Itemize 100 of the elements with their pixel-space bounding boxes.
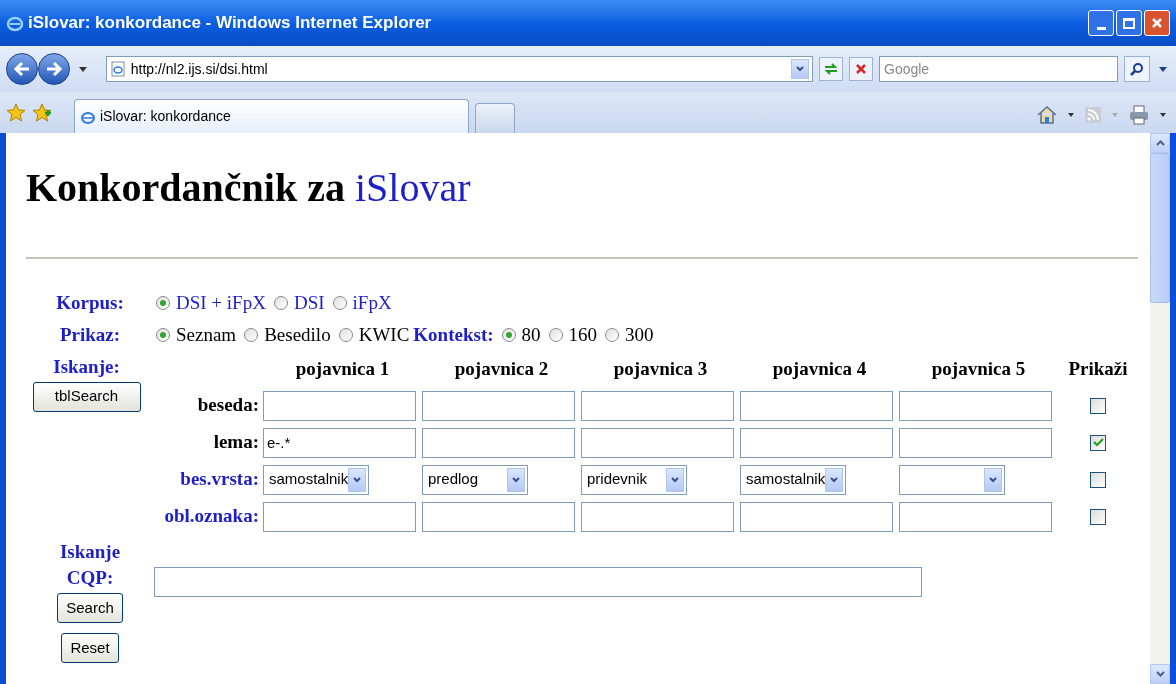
form-button[interactable]: tblSearch — [32, 381, 141, 412]
row-label: beseda: — [196, 393, 260, 418]
caret-icon — [670, 474, 680, 485]
field-label: Iskanje CQP: — [58, 540, 122, 590]
caret-icon[interactable] — [1160, 113, 1166, 117]
up-caret-icon — [1155, 140, 1165, 146]
text-field[interactable] — [581, 390, 734, 421]
caret-icon — [352, 474, 363, 485]
down-caret-icon — [1155, 671, 1165, 677]
caret-icon — [829, 474, 840, 485]
text-field[interactable] — [422, 427, 575, 458]
radio-button[interactable] — [273, 296, 288, 310]
caret-icon[interactable] — [1068, 113, 1074, 117]
stop-button[interactable] — [849, 57, 873, 81]
radio-button[interactable] — [338, 328, 353, 342]
radio-label: DSI + iFpX — [176, 290, 266, 315]
row-label: lema: — [212, 430, 260, 455]
caret-icon — [988, 474, 998, 485]
favorites-star-icon[interactable] — [6, 103, 26, 123]
caret-icon[interactable] — [1156, 66, 1170, 72]
form-button[interactable]: Reset — [61, 633, 119, 663]
caret-icon — [795, 64, 806, 74]
back-button[interactable] — [6, 53, 38, 85]
search-field[interactable]: Google — [879, 56, 1119, 82]
text-field[interactable] — [263, 501, 416, 532]
radio-button[interactable] — [156, 296, 170, 310]
text-field[interactable] — [581, 501, 734, 532]
field-label: Korpus: — [55, 290, 125, 315]
text-field[interactable] — [899, 390, 1052, 421]
caret-icon — [511, 474, 521, 485]
right-arrow-icon — [44, 61, 63, 77]
home-icon[interactable] — [1036, 105, 1058, 125]
dropdown[interactable]: predlog — [422, 464, 528, 495]
heading-link[interactable]: iSlovar — [354, 165, 471, 210]
text-field[interactable]: e-.* — [263, 427, 416, 458]
left-arrow-icon — [12, 61, 31, 77]
text-field[interactable] — [263, 390, 416, 421]
column-header: pojavnica 5 — [930, 356, 1027, 381]
radio-button[interactable] — [244, 328, 259, 342]
radio-label: 80 — [521, 322, 541, 347]
row-label[interactable]: bes.vrsta: — [147, 465, 263, 494]
radio-button[interactable] — [548, 328, 563, 342]
maximize-button[interactable] — [1116, 10, 1142, 36]
radio-label: Besedilo — [264, 322, 331, 347]
column-header: pojavnica 4 — [771, 356, 868, 381]
text-field[interactable] — [422, 501, 575, 532]
field-label: Kontekst: — [413, 322, 494, 347]
radio-button[interactable] — [501, 328, 516, 342]
page-heading: Konkordančnik za iSlovar — [26, 164, 472, 212]
row-label[interactable]: obl.oznaka: — [147, 502, 263, 531]
form-button[interactable]: Search — [57, 593, 123, 623]
text-field[interactable] — [740, 390, 893, 421]
page-icon — [109, 61, 126, 77]
search-icon — [1130, 62, 1145, 76]
column-header: pojavnica 2 — [453, 356, 550, 381]
text-field[interactable] — [899, 427, 1052, 458]
text-field[interactable] — [581, 427, 734, 458]
text-field[interactable] — [899, 501, 1052, 532]
text-field[interactable] — [422, 390, 575, 421]
add-favorite-icon[interactable] — [32, 103, 52, 123]
close-button[interactable] — [1144, 10, 1170, 36]
new-tab-button[interactable] — [475, 103, 515, 133]
window-title: iSlovar: konkordance - Windows Internet Explorer — [28, 12, 432, 35]
dropdown[interactable]: samostalnik — [740, 464, 846, 495]
column-header: pojavnica 3 — [612, 356, 709, 381]
radio-label: Seznam — [176, 322, 237, 347]
refresh-button[interactable] — [819, 57, 844, 81]
close-icon — [855, 63, 868, 75]
checkbox[interactable] — [1090, 434, 1106, 451]
browser-tab[interactable]: iSlovar: konkordance — [74, 99, 469, 133]
minimize-button[interactable] — [1088, 10, 1114, 36]
radio-label: 300 — [625, 322, 654, 347]
address-field[interactable]: http://nl2.ijs.si/dsi.html — [105, 56, 814, 82]
cqp-query-field[interactable] — [154, 567, 922, 597]
text-field[interactable] — [740, 501, 893, 532]
dropdown[interactable]: pridevnik — [581, 464, 687, 495]
dropdown[interactable] — [899, 464, 1005, 495]
dropdown[interactable]: samostalnik — [263, 464, 369, 495]
close-icon — [1151, 17, 1163, 29]
forward-button[interactable] — [37, 53, 70, 85]
checkbox[interactable] — [1090, 471, 1106, 488]
refresh-icon — [823, 63, 840, 75]
text-field[interactable] — [740, 427, 893, 458]
radio-button[interactable] — [605, 328, 620, 342]
radio-button[interactable] — [332, 296, 347, 310]
scrollbar[interactable] — [1150, 133, 1170, 684]
browser-icon — [6, 14, 24, 32]
feed-icon[interactable] — [1084, 106, 1102, 124]
radio-button[interactable] — [156, 328, 170, 342]
search-button[interactable] — [1124, 56, 1151, 82]
field-label: Prikaz: — [58, 322, 122, 347]
column-header: Prikaži — [1067, 356, 1129, 381]
checkbox[interactable] — [1090, 508, 1106, 525]
printer-icon[interactable] — [1128, 105, 1150, 125]
field-label: Iskanje: — [53, 355, 120, 379]
address-text: http://nl2.ijs.si/dsi.html — [130, 59, 268, 79]
radio-label: KWIC — [358, 322, 410, 347]
checkbox[interactable] — [1090, 397, 1106, 414]
column-header: pojavnica 1 — [294, 356, 391, 381]
radio-label: iFpX — [352, 290, 392, 315]
